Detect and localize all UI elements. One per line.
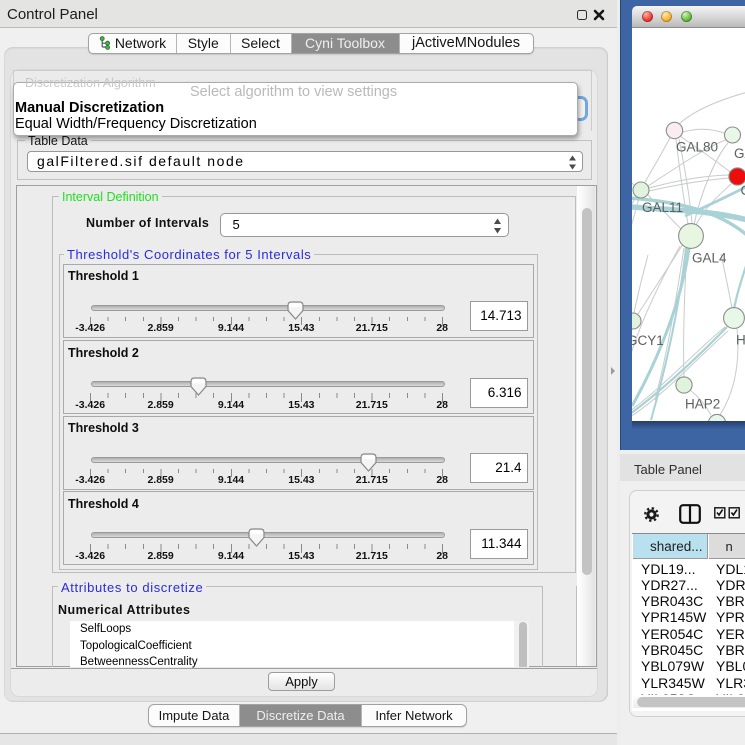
svg-text:GAL80: GAL80 (676, 140, 718, 155)
svg-text:HAP4: HAP4 (736, 333, 745, 348)
svg-text:GAL3: GAL3 (734, 146, 745, 161)
svg-text:GCY1: GCY1 (627, 333, 664, 348)
svg-text:CUP1: CUP1 (741, 183, 745, 198)
svg-text:HAP2: HAP2 (685, 397, 720, 412)
svg-text:GAL4: GAL4 (692, 251, 727, 266)
svg-text:GAL11: GAL11 (642, 200, 683, 215)
